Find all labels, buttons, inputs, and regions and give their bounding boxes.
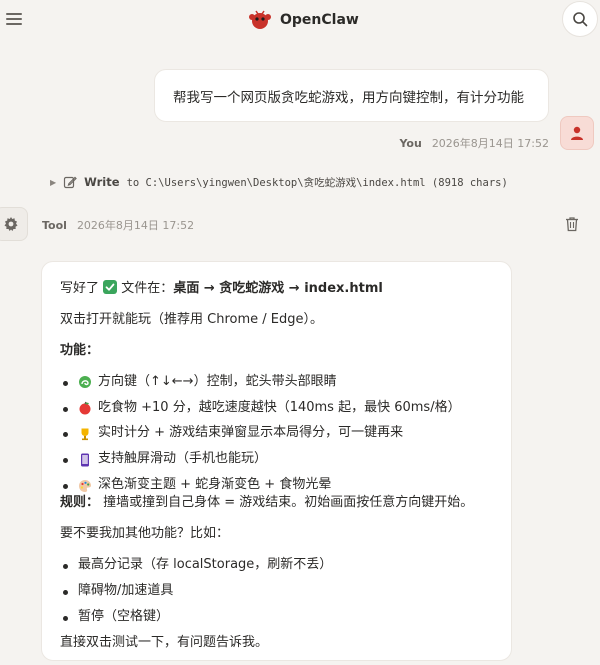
hamburger-menu-icon[interactable] (6, 10, 22, 26)
feature-text: 吃食物 +10 分，越吃速度越快（140ms 起，最快 60ms/格） (98, 399, 461, 415)
assistant-reply-card: 写好了 文件在：桌面 → 贪吃蛇游戏 → index.html 双击打开就能玩（… (41, 261, 512, 661)
search-icon (573, 12, 588, 27)
check-mark-icon (103, 280, 118, 294)
list-item: 实时计分 + 游戏结束弹窗显示本局得分，可一键再来 (60, 425, 493, 442)
list-item: 支持触屏滑动（手机也能玩） (60, 451, 493, 468)
reply-done-text: 写好了 (60, 281, 100, 296)
lobster-claw-logo-icon (249, 10, 271, 29)
list-item: 深色渐变主题 + 蛇身渐变色 + 食物光晕 (60, 477, 493, 494)
rules-label: 规则： (60, 495, 100, 511)
feature-text: 方向键（↑↓←→）控制，蛇头带头部眼睛 (98, 373, 337, 389)
tool-message-meta: Tool 2026年8月14日 17:52 (42, 216, 194, 234)
user-message-meta: You 2026年8月14日 17:52 (399, 134, 549, 152)
gear-icon (4, 217, 18, 231)
brand: OpenClaw (248, 6, 359, 34)
user-avatar (560, 116, 594, 150)
reply-closing: 直接双击测试一下，有问题告诉我。 (60, 634, 269, 650)
user-message-text: 帮我写一个网页版贪吃蛇游戏，用方向键控制，有计分功能 (173, 89, 524, 106)
app-title: OpenClaw (280, 12, 359, 28)
suggestion-text: 障碍物/加速道具 (78, 582, 174, 598)
reply-file-path: 桌面 → 贪吃蛇游戏 → index.html (173, 281, 383, 296)
tool-call-args: to C:\Users\yingwen\Desktop\贪吃蛇游戏\index.… (126, 176, 508, 189)
snake-icon (79, 376, 91, 389)
reply-open-hint: 双击打开就能玩（推荐用 Chrome / Edge）。 (60, 311, 323, 327)
feature-text: 支持触屏滑动（手机也能玩） (98, 451, 268, 467)
trash-icon (566, 217, 578, 232)
feature-text: 实时计分 + 游戏结束弹窗显示本局得分，可一键再来 (98, 425, 404, 441)
list-item: 最高分记录（存 localStorage，刷新不丢） (60, 557, 493, 574)
palette-icon (79, 479, 91, 492)
suggestions-list: 最高分记录（存 localStorage，刷新不丢） 障碍物/加速道具 暂停（空… (60, 557, 493, 626)
phone-icon (81, 453, 89, 467)
delete-message-button[interactable] (565, 216, 581, 234)
apple-icon (79, 401, 91, 415)
suggestion-question: 要不要我加其他功能？比如： (60, 526, 230, 542)
reply-line-file: 写好了 文件在：桌面 → 贪吃蛇游戏 → index.html (60, 280, 493, 298)
features-heading: 功能： (60, 342, 100, 358)
tool-call-row[interactable]: ▶ Write to C:\Users\yingwen\Desktop\贪吃蛇游… (50, 172, 508, 192)
features-list: 方向键（↑↓←→）控制，蛇头带头部眼睛 吃食物 +10 分，越吃速度越快（140… (60, 374, 493, 494)
app-header: OpenClaw (0, 0, 600, 40)
user-message-timestamp: 2026年8月14日 17:52 (431, 137, 549, 150)
tool-sender-label: Tool (42, 218, 67, 232)
trophy-icon (81, 428, 89, 440)
tool-message-timestamp: 2026年8月14日 17:52 (76, 219, 195, 232)
user-sender-label: You (399, 136, 422, 150)
person-icon (571, 126, 583, 140)
suggestion-text: 暂停（空格键） (78, 608, 170, 624)
reply-file-label: 文件在： (121, 281, 174, 296)
list-item: 吃食物 +10 分，越吃速度越快（140ms 起，最快 60ms/格） (60, 400, 493, 417)
rules-line: 规则： 撞墙或撞到自己身体 = 游戏结束。初始画面按任意方向键开始。 (60, 495, 493, 512)
list-item: 方向键（↑↓←→）控制，蛇头带头部眼睛 (60, 374, 493, 391)
edit-icon (64, 176, 78, 189)
list-item: 障碍物/加速道具 (60, 583, 493, 600)
search-button[interactable] (562, 1, 598, 37)
rules-text: 撞墙或撞到自己身体 = 游戏结束。初始画面按任意方向键开始。 (99, 495, 474, 511)
list-item: 暂停（空格键） (60, 609, 493, 626)
tool-call-name: Write (84, 175, 120, 189)
tool-avatar (0, 207, 28, 241)
feature-text: 深色渐变主题 + 蛇身渐变色 + 食物光晕 (98, 477, 332, 493)
suggestion-text: 最高分记录（存 localStorage，刷新不丢） (78, 556, 333, 572)
expand-caret-icon[interactable]: ▶ (50, 178, 56, 187)
user-message-bubble: 帮我写一个网页版贪吃蛇游戏，用方向键控制，有计分功能 (154, 69, 549, 122)
